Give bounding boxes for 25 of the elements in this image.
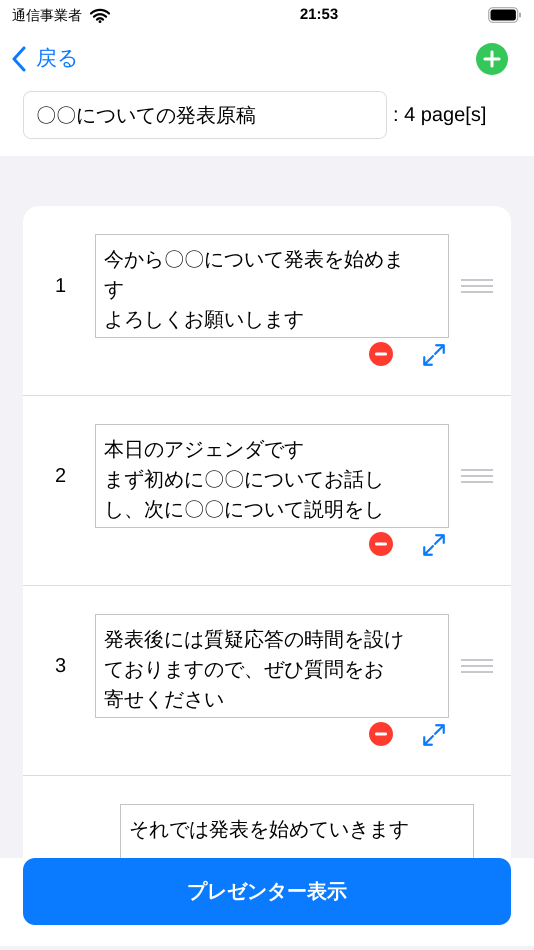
drag-handle-icon[interactable] [461,469,493,483]
title-field[interactable]: 〇〇についての発表原稿 [23,91,387,139]
carrier-label: 通信事業者 [12,6,82,24]
expand-icon[interactable] [421,722,447,748]
delete-icon[interactable] [369,532,393,556]
expand-icon[interactable] [421,532,447,558]
presenter-view-button[interactable]: プレゼンター表示 [23,858,511,925]
wifi-icon [90,8,110,22]
chevron-left-icon [12,46,26,72]
add-icon[interactable] [476,43,508,75]
back-button[interactable]: 戻る [12,43,79,75]
page-number: 1 [55,274,66,299]
page-count: : 4 page[s] [393,103,486,128]
delete-icon[interactable] [369,722,393,746]
drag-handle-icon[interactable] [461,279,493,293]
expand-icon[interactable] [421,342,447,368]
battery-icon [488,7,522,23]
drag-handle-icon[interactable] [461,659,493,673]
clock: 21:53 [300,4,338,25]
page-number: 3 [55,654,66,679]
page-number: 2 [55,464,66,489]
delete-icon[interactable] [369,342,393,366]
script-field[interactable]: 発表後には質疑応答の時間を設け ておりますので、ぜひ質問をお 寄せください [95,614,449,718]
script-field[interactable]: 本日のアジェンダです まず初めに〇〇についてお話し し、次に〇〇について説明をし [95,424,449,528]
script-field[interactable]: 今から〇〇について発表を始めま す よろしくお願いします [95,234,449,338]
